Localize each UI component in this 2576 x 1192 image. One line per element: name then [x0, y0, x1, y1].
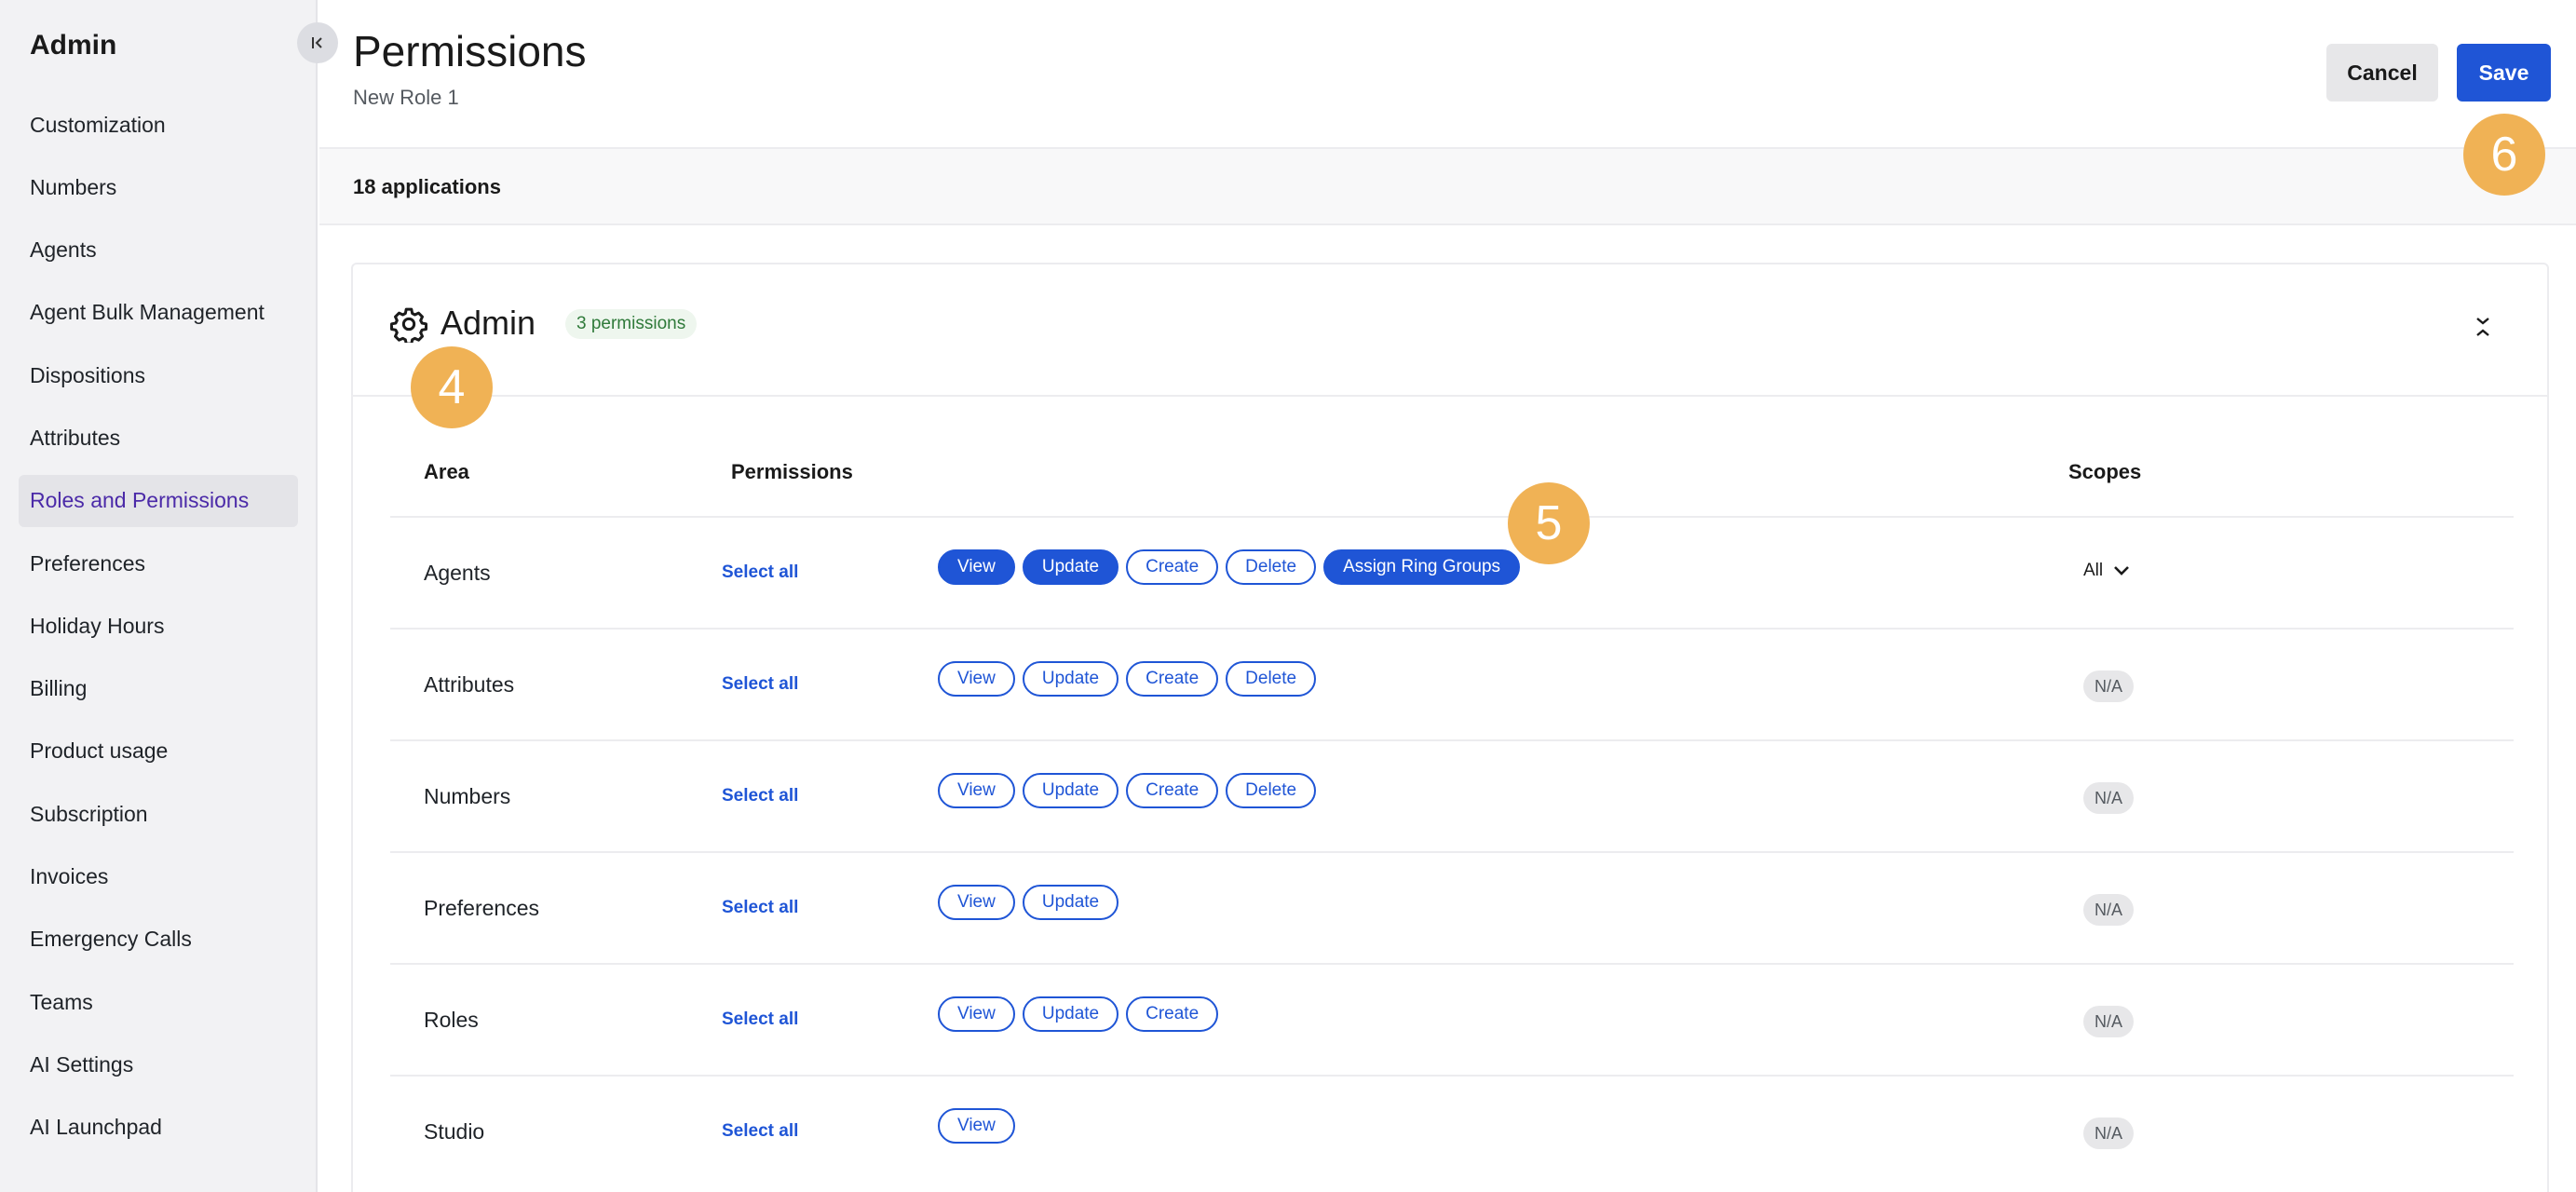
table-row: Numbers Select all View Update Create Delete N… — [390, 739, 2514, 851]
page-title: Permissions — [353, 27, 587, 75]
sidebar-item-subscription[interactable]: Subscription — [19, 788, 298, 840]
sidebar-item-dispositions[interactable]: Dispositions — [19, 349, 298, 401]
select-all-link[interactable]: Select all — [722, 1009, 798, 1030]
sidebar-item-invoices[interactable]: Invoices — [19, 851, 298, 903]
sidebar-item-holiday-hours[interactable]: Holiday Hours — [19, 600, 298, 652]
permission-chip-delete[interactable]: Delete — [1226, 549, 1317, 585]
permission-chip-create[interactable]: Create — [1126, 661, 1219, 697]
permission-chips: View Update Create — [938, 996, 1219, 1032]
permission-chip-view[interactable]: View — [938, 661, 1015, 697]
sidebar-title: Admin — [30, 30, 117, 61]
area-name: Preferences — [424, 896, 540, 920]
sidebar-item-attributes[interactable]: Attributes — [19, 412, 298, 464]
table-row: Preferences Select all View Update N/A — [390, 851, 2514, 963]
table-row: Studio Select all View N/A — [390, 1075, 2514, 1186]
sidebar-item-agents[interactable]: Agents — [19, 224, 298, 277]
scope-badge: N/A — [2083, 1118, 2135, 1149]
column-header-permissions: Permissions — [731, 460, 853, 483]
sidebar-item-customization[interactable]: Customization — [19, 99, 298, 151]
column-header-scopes: Scopes — [2068, 460, 2142, 483]
page-header: Permissions New Role 1 Cancel Save — [319, 0, 2576, 149]
step-marker: 4 — [411, 346, 493, 428]
permission-chip-view[interactable]: View — [938, 996, 1015, 1032]
sidebar-item-teams[interactable]: Teams — [19, 976, 298, 1028]
select-all-link[interactable]: Select all — [722, 1121, 798, 1142]
scope-badge: N/A — [2083, 894, 2135, 926]
permission-chip-view[interactable]: View — [938, 885, 1015, 920]
sidebar-item-ai-settings[interactable]: AI Settings — [19, 1038, 298, 1090]
permission-chip-view[interactable]: View — [938, 773, 1015, 808]
card-header: Admin 3 permissions — [353, 264, 2547, 397]
select-all-link[interactable]: Select all — [722, 562, 798, 583]
permission-chips: View Update Create Delete Assign Ring Groups — [938, 549, 1521, 585]
collapse-sidebar-button[interactable] — [297, 22, 338, 63]
permission-chips: View Update Create Delete — [938, 661, 1317, 697]
permission-chips: View — [938, 1108, 1015, 1144]
area-name: Agents — [424, 561, 491, 585]
permission-chips: View Update — [938, 885, 1119, 920]
step-marker: 6 — [2463, 114, 2545, 196]
area-name: Numbers — [424, 784, 511, 808]
permission-chip-delete[interactable]: Delete — [1226, 773, 1317, 808]
permission-chip-create[interactable]: Create — [1126, 549, 1219, 585]
area-name: Roles — [424, 1008, 479, 1032]
scope-badge: N/A — [2083, 670, 2135, 702]
scope-badge: N/A — [2083, 782, 2135, 814]
chevron-down-icon — [2114, 566, 2130, 576]
sidebar-item-emergency-calls[interactable]: Emergency Calls — [19, 914, 298, 966]
column-header-area: Area — [424, 460, 469, 483]
step-marker: 5 — [1508, 482, 1590, 564]
table-row: Attributes Select all View Update Create Dele… — [390, 628, 2514, 739]
permission-chip-update[interactable]: Update — [1022, 661, 1119, 697]
card-title: Admin — [441, 304, 536, 342]
permission-chip-update[interactable]: Update — [1022, 549, 1119, 585]
permission-chip-update[interactable]: Update — [1022, 885, 1119, 920]
collapse-chevrons-icon[interactable] — [2469, 313, 2497, 341]
table-row: Roles Select all View Update Create N/A — [390, 963, 2514, 1075]
sidebar-nav: Customization Numbers Agents Agent Bulk Man… — [19, 99, 298, 1164]
gear-icon — [390, 307, 427, 343]
cancel-button[interactable]: Cancel — [2326, 44, 2438, 102]
permission-chip-delete[interactable]: Delete — [1226, 661, 1317, 697]
permission-chip-view[interactable]: View — [938, 549, 1015, 585]
role-name: New Role 1 — [353, 86, 459, 109]
sidebar-item-billing[interactable]: Billing — [19, 663, 298, 715]
area-name: Attributes — [424, 672, 515, 697]
permission-chip-update[interactable]: Update — [1022, 773, 1119, 808]
sidebar-item-roles-and-permissions[interactable]: Roles and Permissions — [19, 474, 298, 527]
applications-count: 18 applications — [353, 175, 501, 198]
permission-chip-view[interactable]: View — [938, 1108, 1015, 1144]
select-all-link[interactable]: Select all — [722, 786, 798, 806]
select-all-link[interactable]: Select all — [722, 674, 798, 695]
table-row: Agents Select all View Update Create Delete As… — [390, 516, 2514, 628]
scope-value: All — [2083, 561, 2104, 580]
sidebar-item-numbers[interactable]: Numbers — [19, 161, 298, 213]
permission-chip-create[interactable]: Create — [1126, 773, 1219, 808]
admin-permissions-card: Admin 3 permissions Area Permissions Sco… — [351, 263, 2549, 1192]
permission-chip-assign-ring-groups[interactable]: Assign Ring Groups — [1323, 549, 1521, 585]
sidebar-item-product-usage[interactable]: Product usage — [19, 725, 298, 778]
area-name: Studio — [424, 1119, 485, 1144]
save-button[interactable]: Save — [2457, 44, 2551, 102]
permissions-count-badge: 3 permissions — [565, 309, 698, 339]
sidebar-item-ai-launchpad[interactable]: AI Launchpad — [19, 1102, 298, 1154]
permission-chip-create[interactable]: Create — [1126, 996, 1219, 1032]
applications-bar: 18 applications — [319, 149, 2576, 225]
permission-chip-update[interactable]: Update — [1022, 996, 1119, 1032]
scope-dropdown[interactable]: All — [2083, 561, 2131, 581]
collapse-left-icon — [312, 37, 322, 48]
scope-badge: N/A — [2083, 1006, 2135, 1037]
sidebar-item-preferences[interactable]: Preferences — [19, 537, 298, 589]
sidebar-item-agent-bulk-management[interactable]: Agent Bulk Management — [19, 287, 298, 339]
select-all-link[interactable]: Select all — [722, 898, 798, 918]
permission-chips: View Update Create Delete — [938, 773, 1317, 808]
sidebar: Admin Customization Numbers Agents Agent Bu… — [0, 0, 318, 1192]
